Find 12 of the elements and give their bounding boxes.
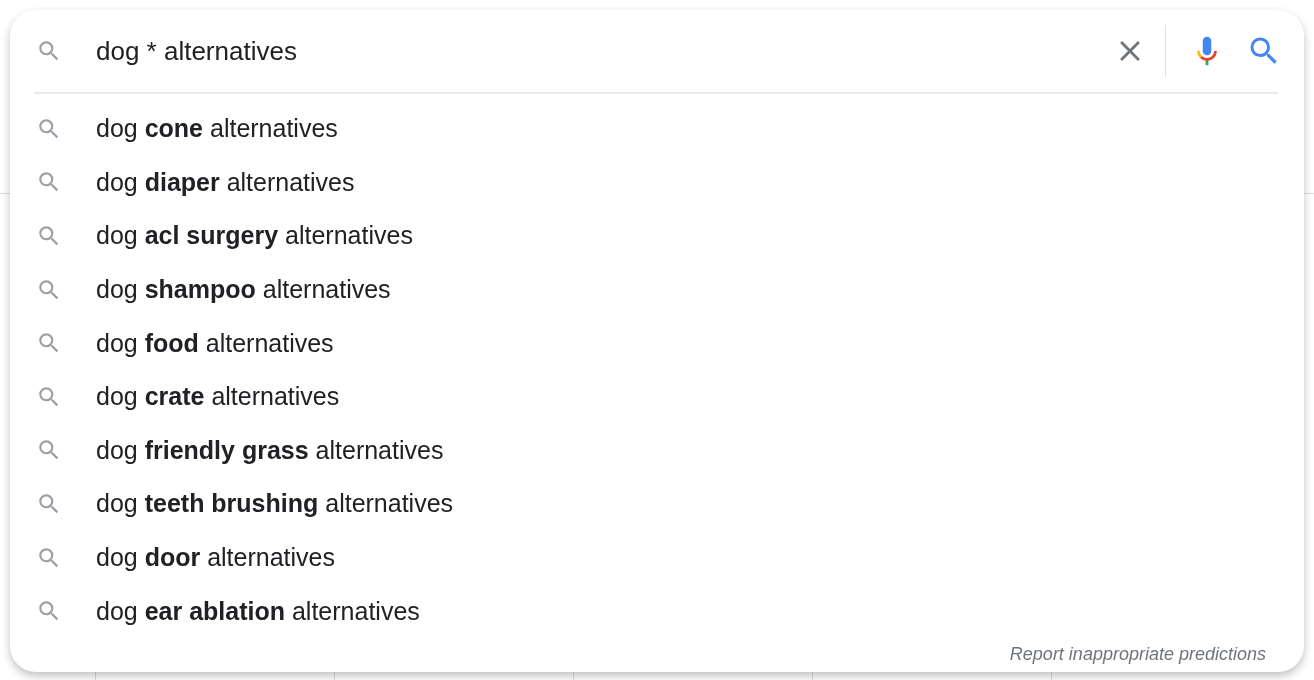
suggestion-item[interactable]: dog diaper alternatives (10, 155, 1304, 210)
suggestion-item[interactable]: dog cone alternatives (10, 102, 1304, 156)
suggestion-item[interactable]: dog teeth brushing alternatives (10, 477, 1304, 531)
suggestion-item[interactable]: dog door alternatives (10, 530, 1304, 585)
search-field[interactable]: dog * alternatives (96, 35, 1109, 67)
suggestion-item[interactable]: dog ear ablation alternatives (10, 584, 1304, 638)
suggestion-item[interactable]: dog crate alternatives (10, 369, 1304, 424)
report-link[interactable]: Report inappropriate predictions (1009, 643, 1266, 665)
suggestion-item[interactable]: dog shampoo alternatives (10, 262, 1304, 317)
suggestion-item[interactable]: dog acl surgery alternatives (10, 209, 1304, 263)
suggestion-item[interactable]: dog friendly grass alternatives (10, 423, 1304, 478)
suggestion-item[interactable]: dog food alternatives (10, 316, 1304, 370)
